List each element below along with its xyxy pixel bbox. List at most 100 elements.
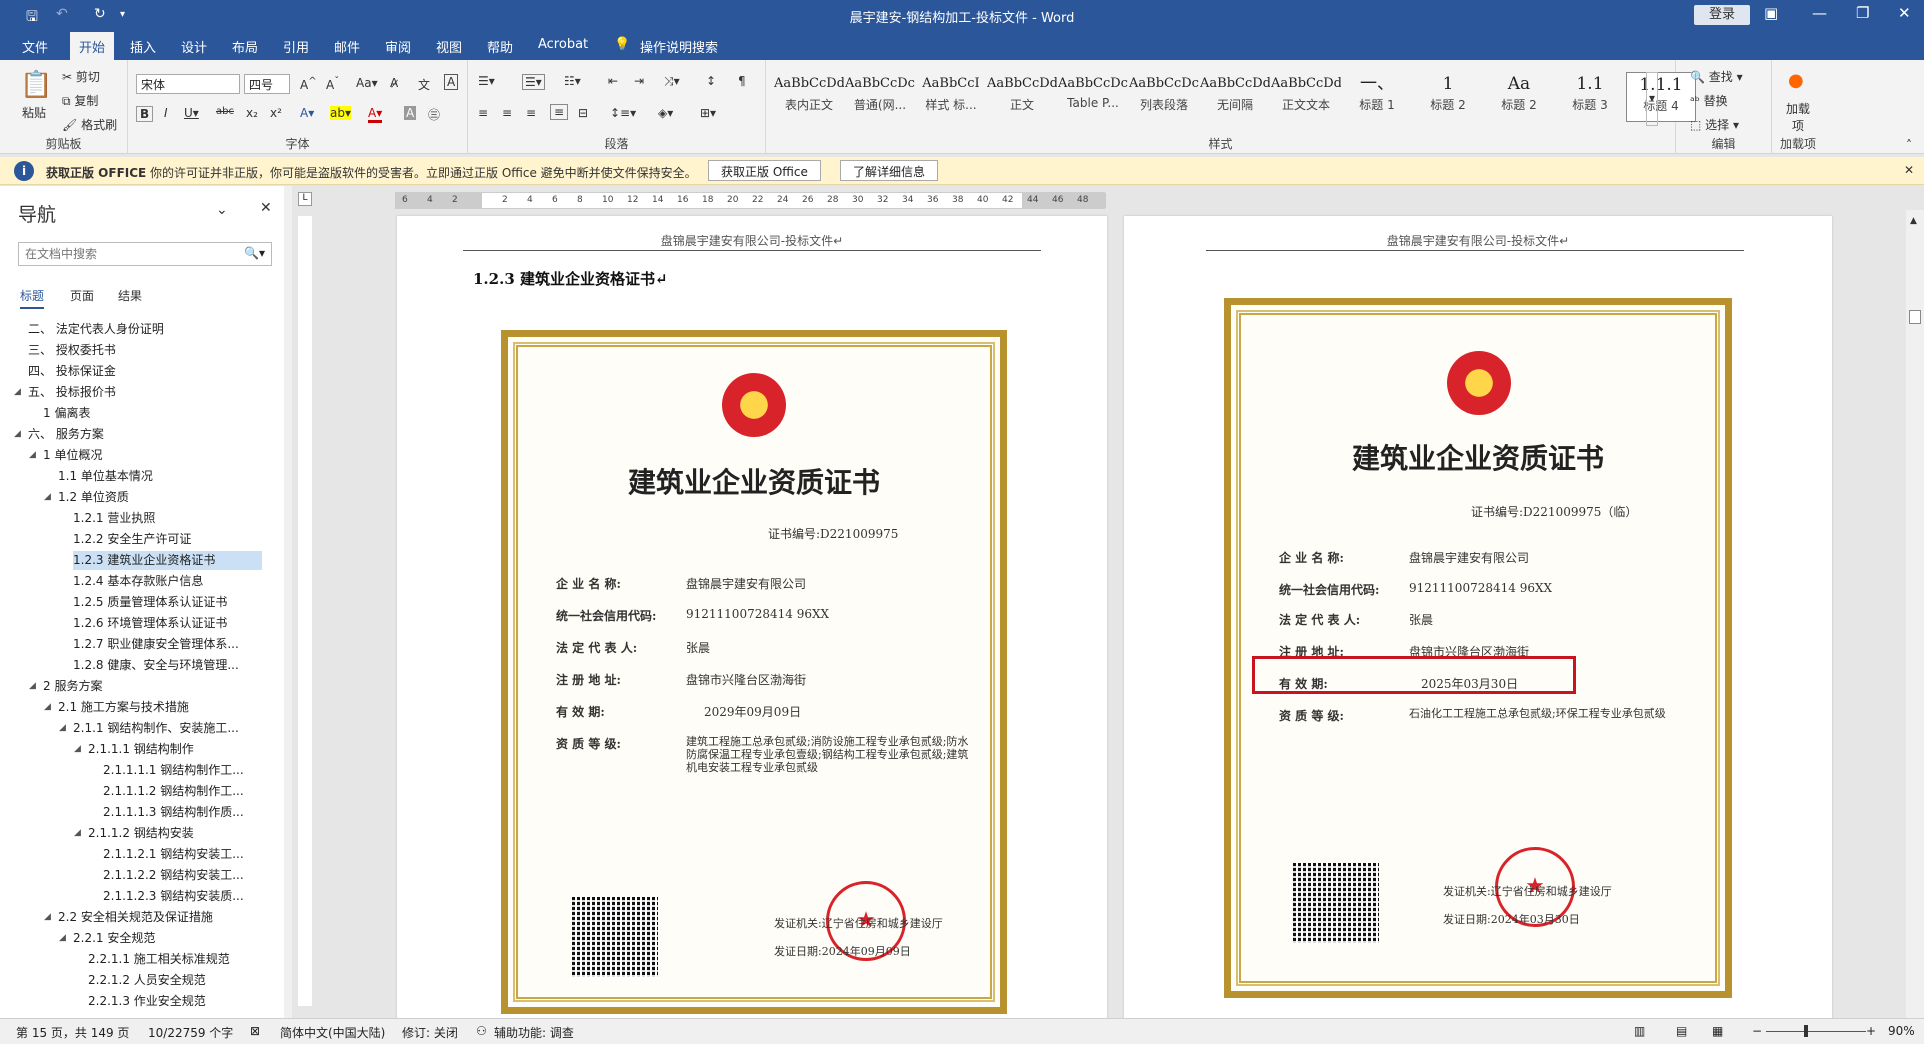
increase-indent-icon[interactable]: ⇥ xyxy=(634,74,644,88)
zoom-out-icon[interactable]: − xyxy=(1752,1024,1762,1038)
collapse-ribbon-icon[interactable]: ˄ xyxy=(1906,138,1912,152)
nav-heading-item[interactable]: 2.1.1.2.1 钢结构安装工... xyxy=(103,845,244,864)
collapse-triangle-icon[interactable]: ◢ xyxy=(29,681,36,691)
nav-heading-item[interactable]: 1 单位概况 xyxy=(43,446,102,465)
font-name-combo[interactable]: 宋体 xyxy=(136,74,240,94)
clear-format-icon[interactable]: A̷ xyxy=(390,76,398,90)
char-shading-icon[interactable]: A xyxy=(404,106,417,120)
style-item[interactable]: AaBbCcDdI 正文 xyxy=(987,72,1057,122)
tab-selector[interactable]: L xyxy=(298,192,312,206)
collapse-triangle-icon[interactable]: ◢ xyxy=(44,912,51,922)
nav-search-input[interactable] xyxy=(19,243,239,265)
word-count[interactable]: 10/22759 个字 xyxy=(148,1024,233,1041)
nav-heading-item[interactable]: 1.2.8 健康、安全与环境管理... xyxy=(73,656,239,675)
tab-home[interactable]: 开始 xyxy=(70,32,115,60)
nav-heading-item[interactable]: 2.1.1.1.1 钢结构制作工... xyxy=(103,761,244,780)
document-page-2[interactable]: 盘锦晨宇建安有限公司-投标文件↵ 建筑业企业资质证书 证书编号:D2210099… xyxy=(1124,216,1832,1020)
nav-heading-item[interactable]: 2 服务方案 xyxy=(43,677,102,696)
nav-scrollbar[interactable] xyxy=(284,186,292,1018)
style-item[interactable]: 1.1 标题 3 xyxy=(1555,72,1625,122)
copy-button[interactable]: ⧉ 复制 xyxy=(62,92,98,109)
style-item[interactable]: 一、 标题 1 xyxy=(1342,72,1412,122)
collapse-triangle-icon[interactable]: ◢ xyxy=(74,828,81,838)
nav-heading-item[interactable]: 2.1.1.2 钢结构安装 xyxy=(88,824,194,843)
numbering-icon[interactable]: ☰▾ xyxy=(522,74,545,90)
highlight-icon[interactable]: ab▾ xyxy=(330,106,351,120)
strikethrough-icon[interactable]: abc xyxy=(216,106,234,117)
read-mode-icon[interactable]: ▥ xyxy=(1634,1024,1645,1038)
close-window-icon[interactable]: ✕ xyxy=(1898,4,1911,22)
grow-font-icon[interactable]: A^ xyxy=(300,76,317,92)
nav-search-box[interactable]: 🔍▾ xyxy=(18,242,272,266)
collapse-triangle-icon[interactable]: ◢ xyxy=(59,723,66,733)
sort-icon[interactable]: ↕ xyxy=(706,74,716,88)
nav-heading-item[interactable]: 2.2.1.3 作业安全规范 xyxy=(88,992,206,1011)
zoom-slider-thumb[interactable] xyxy=(1804,1025,1808,1037)
learn-more-button[interactable]: 了解详细信息 xyxy=(840,160,939,181)
tab-help[interactable]: 帮助 xyxy=(487,37,513,56)
proofing-icon[interactable]: ⊠ xyxy=(250,1024,260,1038)
shrink-font-icon[interactable]: Aˇ xyxy=(326,76,339,92)
superscript-icon[interactable]: x² xyxy=(270,106,282,120)
collapse-triangle-icon[interactable]: ◢ xyxy=(14,429,21,439)
nav-heading-item[interactable]: 2.1.1.1.3 钢结构制作质... xyxy=(103,803,244,822)
select-button[interactable]: ⬚ 选择 ▾ xyxy=(1690,116,1739,133)
nav-tab-pages[interactable]: 页面 xyxy=(70,287,94,304)
web-layout-icon[interactable]: ▦ xyxy=(1712,1024,1723,1038)
page-count[interactable]: 第 15 页，共 149 页 xyxy=(16,1024,129,1041)
collapse-triangle-icon[interactable]: ◢ xyxy=(44,702,51,712)
load-addins-button[interactable]: 加载项 xyxy=(1786,100,1810,134)
nav-heading-item[interactable]: 1.2.7 职业健康安全管理体系... xyxy=(73,635,239,654)
distributed-icon[interactable]: ⊟ xyxy=(578,106,588,120)
tab-mailings[interactable]: 邮件 xyxy=(334,37,360,56)
collapse-triangle-icon[interactable]: ◢ xyxy=(29,450,36,460)
style-item[interactable]: AaBbCcDc Table P... xyxy=(1058,72,1128,122)
align-center-icon[interactable]: ≡ xyxy=(502,106,512,120)
nav-heading-item[interactable]: 1.2.6 环境管理体系认证证书 xyxy=(73,614,227,633)
nav-tab-results[interactable]: 结果 xyxy=(118,287,142,304)
shading-icon[interactable]: ◈▾ xyxy=(658,106,673,120)
show-marks-icon[interactable]: ¶ xyxy=(738,74,746,88)
addin-icon[interactable]: ● xyxy=(1788,70,1804,91)
language-status[interactable]: 简体中文(中国大陆) xyxy=(280,1024,385,1041)
search-icon[interactable]: 🔍▾ xyxy=(244,246,265,260)
enclose-char-icon[interactable]: ㊂ xyxy=(428,106,440,123)
nav-heading-item[interactable]: 四、 投标保证金 xyxy=(28,362,116,381)
decrease-indent-icon[interactable]: ⇤ xyxy=(608,74,618,88)
tell-me-search[interactable]: 操作说明搜索 xyxy=(640,37,718,56)
subscript-icon[interactable]: x₂ xyxy=(246,106,258,120)
nav-heading-item[interactable]: 1.2.2 安全生产许可证 xyxy=(73,530,191,549)
replace-button[interactable]: ᵃᵇ 替换 xyxy=(1690,92,1728,109)
close-nav-icon[interactable]: ✕ xyxy=(260,200,272,216)
restore-icon[interactable]: ❐ xyxy=(1856,4,1869,22)
collapse-triangle-icon[interactable]: ◢ xyxy=(44,492,51,502)
document-scrollbar[interactable]: ▲ xyxy=(1906,210,1924,1018)
nav-heading-item[interactable]: 2.2.1 安全规范 xyxy=(73,929,155,948)
nav-heading-item[interactable]: 六、 服务方案 xyxy=(28,425,104,444)
format-painter-button[interactable]: 🖌 格式刷 xyxy=(62,116,117,133)
tab-references[interactable]: 引用 xyxy=(283,37,309,56)
italic-icon[interactable]: I xyxy=(164,106,168,120)
bullets-icon[interactable]: ☰▾ xyxy=(478,74,495,88)
get-genuine-button[interactable]: 获取正版 Office xyxy=(708,160,821,181)
scroll-thumb[interactable] xyxy=(1909,310,1921,324)
nav-heading-item[interactable]: 1.2.5 质量管理体系认证证书 xyxy=(73,593,227,612)
nav-heading-item[interactable]: 2.1 施工方案与技术措施 xyxy=(58,698,189,717)
tab-design[interactable]: 设计 xyxy=(181,37,207,56)
nav-heading-item[interactable]: 二、 法定代表人身份证明 xyxy=(28,320,164,339)
nav-heading-item[interactable]: 1 偏离表 xyxy=(43,404,90,423)
print-layout-icon[interactable]: ▤ xyxy=(1676,1024,1687,1038)
nav-heading-item[interactable]: 2.1.1 钢结构制作、安装施工... xyxy=(73,719,239,738)
nav-heading-item[interactable]: 1.2.3 建筑业企业资格证书 xyxy=(73,551,262,570)
nav-heading-item[interactable]: 1.2.4 基本存款账户信息 xyxy=(73,572,203,591)
find-button[interactable]: 🔍 查找 ▾ xyxy=(1690,68,1743,85)
zoom-slider[interactable] xyxy=(1766,1031,1866,1032)
style-item[interactable]: Aa 标题 2 xyxy=(1484,72,1554,122)
tab-insert[interactable]: 插入 xyxy=(130,37,156,56)
document-page-1[interactable]: 盘锦晨宇建安有限公司-投标文件↵ 1.2.3 建筑业企业资格证书↵ 建筑业企业资… xyxy=(397,216,1107,1020)
scroll-up-icon[interactable]: ▲ xyxy=(1910,216,1917,226)
paste-icon[interactable]: 📋 xyxy=(20,70,52,100)
nav-heading-item[interactable]: 2.2 安全相关规范及保证措施 xyxy=(58,908,213,927)
nav-heading-item[interactable]: 1.2.1 营业执照 xyxy=(73,509,155,528)
font-size-combo[interactable]: 四号 xyxy=(244,74,290,94)
